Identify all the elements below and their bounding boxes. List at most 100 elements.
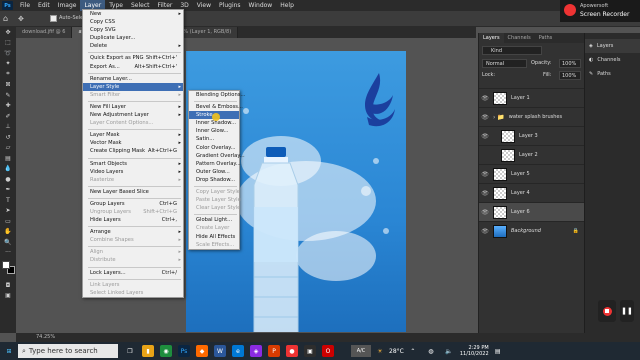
magic-wand-icon[interactable]: ✦ [0,59,16,70]
menu-item-pattern-overlay[interactable]: Pattern Overlay... [189,160,241,168]
word-icon[interactable]: W [214,345,226,357]
type-tool-icon[interactable]: T [0,195,16,206]
menu-item-export-as[interactable]: Export As... Alt+Shift+Ctrl+' [83,63,183,71]
layer-row[interactable]: 👁 Layer 4 [479,183,585,202]
blur-tool-icon[interactable]: 💧 [0,164,16,175]
menu-item-new[interactable]: New ▸ [83,10,183,18]
menu-item-bevel-emboss[interactable]: Bevel & Emboss... [189,103,243,111]
move-tool-icon[interactable]: ✥ [18,15,26,23]
menu-item-gradient-overlay[interactable]: Gradient Overlay... [189,152,245,160]
quick-mask-icon[interactable]: ◘ [0,280,16,291]
menu-item-copy-css[interactable]: Copy CSS [83,18,183,26]
app-icon-dark[interactable]: ▣ [304,345,316,357]
menu-item-rename-layer[interactable]: Rename Layer... [83,75,183,83]
history-brush-icon[interactable]: ↺ [0,132,16,143]
menu-item-hide-all-effects[interactable]: Hide All Effects [189,233,239,241]
marquee-tool-icon[interactable]: ⬚ [0,38,16,49]
taskbar-search[interactable]: ⌕ Type here to search [18,344,118,358]
speaker-icon[interactable]: 🔈 [443,345,455,357]
pause-recording-button[interactable]: ❚❚ [620,300,634,322]
crop-tool-icon[interactable]: ⌗ [0,69,16,80]
visibility-eye-icon[interactable]: 👁 [479,95,491,102]
menu-item-blending-options[interactable]: Blending Options... [189,91,245,99]
blend-mode-select[interactable]: Normal [482,59,527,68]
chrome-icon[interactable]: ◉ [160,345,172,357]
menu-item-create-clipping-mask[interactable]: Create Clipping Mask Alt+Ctrl+G [83,147,183,155]
menu-help[interactable]: Help [276,0,298,11]
layer-row[interactable]: 👁 Background 🔒 [479,221,585,240]
panel-tab-layers[interactable]: Layers [479,33,504,43]
input-indicator[interactable]: A/C [351,345,371,357]
screen-mode-icon[interactable]: ▣ [0,291,16,302]
visibility-eye-icon[interactable]: 👁 [479,171,491,178]
layer-row[interactable]: 👁 Layer 6 [479,202,585,221]
eraser-icon[interactable]: ▱ [0,143,16,154]
kind-filter[interactable]: Kind [482,46,542,55]
network-icon[interactable]: ◍ [425,345,437,357]
layer-row[interactable]: 👁 Layer 5 [479,164,585,183]
menu-item-smart-objects[interactable]: Smart Objects ▸ [83,160,183,168]
layer-row[interactable]: Layer 2 [479,145,585,164]
menu-item-outer-glow[interactable]: Outer Glow... [189,168,239,176]
document-tab[interactable]: download.jfif @ 6 [16,27,73,38]
menu-item-global-light[interactable]: Global Light... [189,216,239,224]
menu-file[interactable]: File [16,0,34,11]
menu-edit[interactable]: Edit [34,0,54,11]
path-selection-icon[interactable]: ➤ [0,206,16,217]
notification-icon[interactable]: ▤ [492,345,504,357]
foreground-color-swatch[interactable] [2,261,10,269]
visibility-eye-icon[interactable]: 👁 [479,209,491,216]
menu-item-hide-layers[interactable]: Hide Layers Ctrl+, [83,216,183,224]
visibility-eye-icon[interactable]: 👁 [479,190,491,197]
menu-image[interactable]: Image [54,0,81,11]
fill-input[interactable]: 100% [559,71,581,80]
panel-tab-channels[interactable]: Channels [504,33,535,43]
more-tools-icon[interactable]: ··· [0,248,16,259]
opera-icon[interactable]: O [322,345,334,357]
menu-item-inner-glow[interactable]: Inner Glow... [189,127,239,135]
menu-item-video-layers[interactable]: Video Layers ▸ [83,168,183,176]
edge-icon[interactable]: e [232,345,244,357]
layer-row[interactable]: 👁 Layer 3 [479,126,585,145]
menu-plugins[interactable]: Plugins [215,0,245,11]
menu-item-delete[interactable]: Delete ▸ [83,42,183,50]
frame-tool-icon[interactable]: ⊠ [0,80,16,91]
windows-start-icon[interactable]: ⊞ [3,345,15,357]
dodge-tool-icon[interactable]: ● [0,174,16,185]
hand-tool-icon[interactable]: ✋ [0,227,16,238]
eyedropper-icon[interactable]: ✎ [0,90,16,101]
menu-item-quick-export-as-png[interactable]: Quick Export as PNG Shift+Ctrl+' [83,54,183,62]
menu-item-vector-mask[interactable]: Vector Mask ▸ [83,139,183,147]
brush-tool-icon[interactable]: ✐ [0,111,16,122]
mini-panel-paths[interactable]: ✎ Paths [585,67,640,81]
photoshop-taskbar-icon[interactable]: Ps [178,345,190,357]
gradient-tool-icon[interactable]: ▤ [0,153,16,164]
clock[interactable]: 2:29 PM 11/10/2022 [460,345,489,357]
task-view-icon[interactable]: ❐ [124,345,136,357]
powerpoint-icon[interactable]: P [268,345,280,357]
recorder-taskbar-icon[interactable]: ● [286,345,298,357]
visibility-eye-icon[interactable]: 👁 [479,133,491,140]
move-tool-icon[interactable]: ✥ [0,27,16,38]
tray-chevron-icon[interactable]: ⌃ [407,345,419,357]
panel-tab-paths[interactable]: Paths [535,33,557,43]
menu-item-layer-mask[interactable]: Layer Mask ▸ [83,131,183,139]
menu-item-arrange[interactable]: Arrange ▸ [83,228,183,236]
pen-tool-icon[interactable]: ✒ [0,185,16,196]
stamp-tool-icon[interactable]: ⊥ [0,122,16,133]
menu-item-drop-shadow[interactable]: Drop Shadow... [189,176,239,184]
weather-icon[interactable]: ☀ [374,345,386,357]
menu-item-new-layer-based-slice[interactable]: New Layer Based Slice [83,188,183,196]
app-icon-purple[interactable]: ◈ [250,345,262,357]
app-icon-orange[interactable]: ◆ [196,345,208,357]
folder-icon[interactable]: › 📁 [493,114,505,121]
weather-temp[interactable]: 28°C [389,348,404,355]
menu-item-new-fill-layer[interactable]: New Fill Layer ▸ [83,103,183,111]
menu-view[interactable]: View [193,0,215,11]
menu-item-new-adjustment-layer[interactable]: New Adjustment Layer ▸ [83,111,183,119]
layer-row[interactable]: 👁 › 📁 water splash brushes [479,107,585,126]
visibility-eye-icon[interactable]: 👁 [479,114,491,121]
menu-item-layer-style[interactable]: Layer Style ▸ [83,82,183,91]
auto-select-checkbox[interactable] [50,15,57,22]
opacity-input[interactable]: 100% [559,59,581,68]
